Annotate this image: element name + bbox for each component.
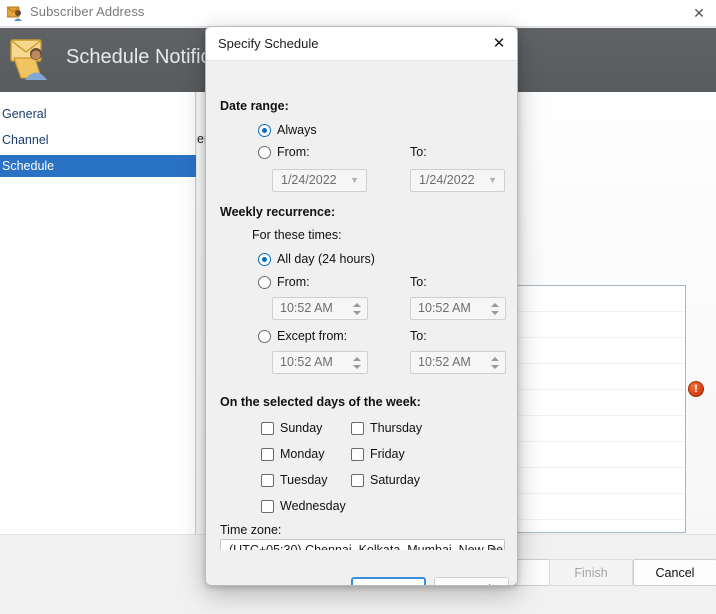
radio-except-from[interactable]: Except from: <box>258 329 347 343</box>
dialog-cancel-button[interactable]: Cancel <box>434 577 509 585</box>
time-to-input[interactable]: 10:52 AM <box>410 297 506 320</box>
radio-all-day-label: All day (24 hours) <box>277 252 375 266</box>
dialog-close-icon[interactable]: ✕ <box>487 33 511 55</box>
date-range-heading: Date range: <box>220 99 289 113</box>
date-to-input[interactable]: 1/24/2022 ▼ <box>410 169 505 192</box>
checkbox-saturday[interactable]: Saturday <box>351 473 420 487</box>
dialog-title: Specify Schedule <box>218 36 319 51</box>
checkbox-friday[interactable]: Friday <box>351 447 405 461</box>
checkbox-friday-box <box>351 447 364 461</box>
window-titlebar: Subscriber Address ✕ <box>0 0 716 27</box>
checkbox-thursday-box <box>351 421 364 435</box>
checkbox-wednesday[interactable]: Wednesday <box>261 499 346 513</box>
wizard-sidebar: General Channel Schedule <box>0 92 196 534</box>
time-to-value: 10:52 AM <box>418 301 471 315</box>
checkbox-friday-label: Friday <box>370 447 405 461</box>
radio-time-from-label: From: <box>277 275 310 289</box>
radio-date-from-indicator <box>258 145 271 159</box>
radio-date-from-label: From: <box>277 145 310 159</box>
checkbox-sunday-label: Sunday <box>280 421 323 435</box>
spinner-down-icon[interactable] <box>353 311 361 315</box>
date-from-value: 1/24/2022 <box>281 173 337 187</box>
except-from-input[interactable]: 10:52 AM <box>272 351 368 374</box>
checkbox-monday-box <box>261 447 274 461</box>
for-these-times-label: For these times: <box>252 228 342 242</box>
window-title: Subscriber Address <box>30 4 145 19</box>
dialog-titlebar: Specify Schedule ✕ <box>206 27 517 61</box>
radio-all-day[interactable]: All day (24 hours) <box>258 252 375 266</box>
specify-schedule-dialog: Specify Schedule ✕ Date range: Always Fr… <box>205 26 518 586</box>
weekly-recurrence-heading: Weekly recurrence: <box>220 205 336 219</box>
radio-except-from-label: Except from: <box>277 329 348 343</box>
spinner-down-icon[interactable] <box>491 311 499 315</box>
time-from-value: 10:52 AM <box>280 301 333 315</box>
checkbox-saturday-label: Saturday <box>370 473 421 487</box>
radio-date-from[interactable]: From: <box>258 145 310 159</box>
checkbox-tuesday[interactable]: Tuesday <box>261 473 327 487</box>
sidebar-item-general[interactable]: General <box>0 103 196 125</box>
date-to-label: To: <box>410 145 427 159</box>
time-to-label: To: <box>410 275 427 289</box>
except-to-value: 10:52 AM <box>418 355 471 369</box>
radio-time-from[interactable]: From: <box>258 275 310 289</box>
date-from-input[interactable]: 1/24/2022 ▼ <box>272 169 367 192</box>
spinner-up-icon[interactable] <box>353 357 361 361</box>
checkbox-wednesday-label: Wednesday <box>280 499 346 513</box>
radio-all-day-indicator <box>258 252 271 266</box>
radio-except-from-indicator <box>258 329 271 343</box>
checkbox-monday-label: Monday <box>280 447 325 461</box>
checkbox-wednesday-box <box>261 499 274 513</box>
chevron-down-icon: ▼ <box>488 175 497 185</box>
spinner-down-icon[interactable] <box>353 365 361 369</box>
radio-always-indicator <box>258 123 271 137</box>
spinner-up-icon[interactable] <box>353 303 361 307</box>
error-icon[interactable]: ! <box>688 381 704 397</box>
sidebar-item-channel[interactable]: Channel <box>0 129 196 151</box>
cancel-button[interactable]: Cancel <box>633 559 716 586</box>
date-to-value: 1/24/2022 <box>419 173 475 187</box>
window-close-icon[interactable]: ✕ <box>690 4 708 22</box>
dialog-body: Date range: Always From: To: 1/24/2022 ▼… <box>206 61 517 562</box>
chevron-down-icon: ▼ <box>350 175 359 185</box>
sidebar-item-schedule[interactable]: Schedule <box>0 155 196 177</box>
spinner-up-icon[interactable] <box>491 303 499 307</box>
checkbox-thursday[interactable]: Thursday <box>351 421 422 435</box>
except-from-value: 10:52 AM <box>280 355 333 369</box>
spinner-up-icon[interactable] <box>491 357 499 361</box>
mail-user-icon <box>8 36 56 84</box>
radio-always[interactable]: Always <box>258 123 317 137</box>
time-zone-label: Time zone: <box>220 523 282 537</box>
time-from-input[interactable]: 10:52 AM <box>272 297 368 320</box>
checkbox-saturday-box <box>351 473 364 487</box>
radio-always-label: Always <box>277 123 317 137</box>
checkbox-tuesday-box <box>261 473 274 487</box>
checkbox-monday[interactable]: Monday <box>261 447 324 461</box>
checkbox-tuesday-label: Tuesday <box>280 473 328 487</box>
checkbox-sunday-box <box>261 421 274 435</box>
days-of-week-heading: On the selected days of the week: <box>220 395 421 409</box>
checkbox-thursday-label: Thursday <box>370 421 423 435</box>
dialog-ok-button[interactable]: OK <box>351 577 426 585</box>
except-to-label: To: <box>410 329 427 343</box>
checkbox-sunday[interactable]: Sunday <box>261 421 322 435</box>
finish-button[interactable]: Finish <box>549 559 633 586</box>
spinner-down-icon[interactable] <box>491 365 499 369</box>
subscriber-address-icon <box>6 5 24 22</box>
except-to-input[interactable]: 10:52 AM <box>410 351 506 374</box>
radio-time-from-indicator <box>258 275 271 289</box>
